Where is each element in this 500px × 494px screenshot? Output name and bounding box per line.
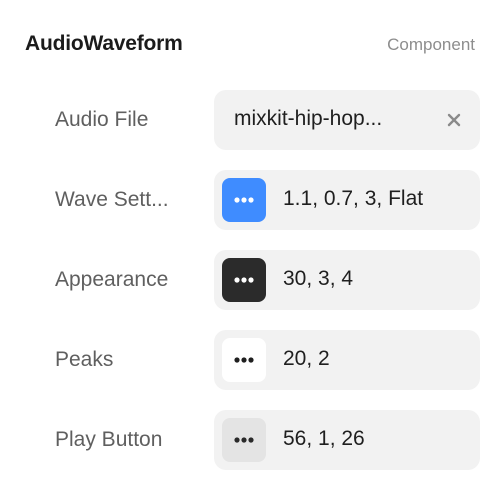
appearance-value: 30, 3, 4 — [283, 267, 354, 290]
property-row-audio-file: Audio File mixkit-hip-hop... — [0, 90, 500, 150]
property-label-appearance: Appearance — [55, 268, 169, 291]
play-button-field[interactable]: 56, 1, 26 — [214, 410, 480, 470]
wave-settings-field[interactable]: 1.1, 0.7, 3, Flat — [214, 170, 480, 230]
more-dots-icon[interactable] — [222, 258, 266, 302]
play-button-value: 56, 1, 26 — [283, 427, 365, 450]
properties-panel: AudioWaveform Component Audio File mixki… — [0, 0, 500, 494]
appearance-field[interactable]: 30, 3, 4 — [214, 250, 480, 310]
component-kind-label: Component — [387, 35, 475, 54]
peaks-field[interactable]: 20, 2 — [214, 330, 480, 390]
component-title: AudioWaveform — [25, 32, 183, 55]
clear-icon[interactable] — [442, 108, 466, 132]
property-label-peaks: Peaks — [55, 348, 114, 371]
property-row-peaks: Peaks 20, 2 — [0, 330, 500, 390]
more-dots-icon[interactable] — [222, 178, 266, 222]
property-label-wave-settings: Wave Sett... — [55, 188, 169, 211]
audio-file-value: mixkit-hip-hop... — [234, 107, 383, 130]
wave-settings-value: 1.1, 0.7, 3, Flat — [283, 187, 424, 210]
audio-file-field[interactable]: mixkit-hip-hop... — [214, 90, 480, 150]
property-row-play-button: Play Button 56, 1, 26 — [0, 410, 500, 470]
panel-header: AudioWaveform Component — [25, 30, 475, 60]
more-dots-icon[interactable] — [222, 418, 266, 462]
more-dots-icon[interactable] — [222, 338, 266, 382]
property-label-play-button: Play Button — [55, 428, 163, 451]
property-row-appearance: Appearance 30, 3, 4 — [0, 250, 500, 310]
property-label-audio-file: Audio File — [55, 108, 149, 131]
property-row-wave-settings: Wave Sett... 1.1, 0.7, 3, Flat — [0, 170, 500, 230]
peaks-value: 20, 2 — [283, 347, 330, 370]
